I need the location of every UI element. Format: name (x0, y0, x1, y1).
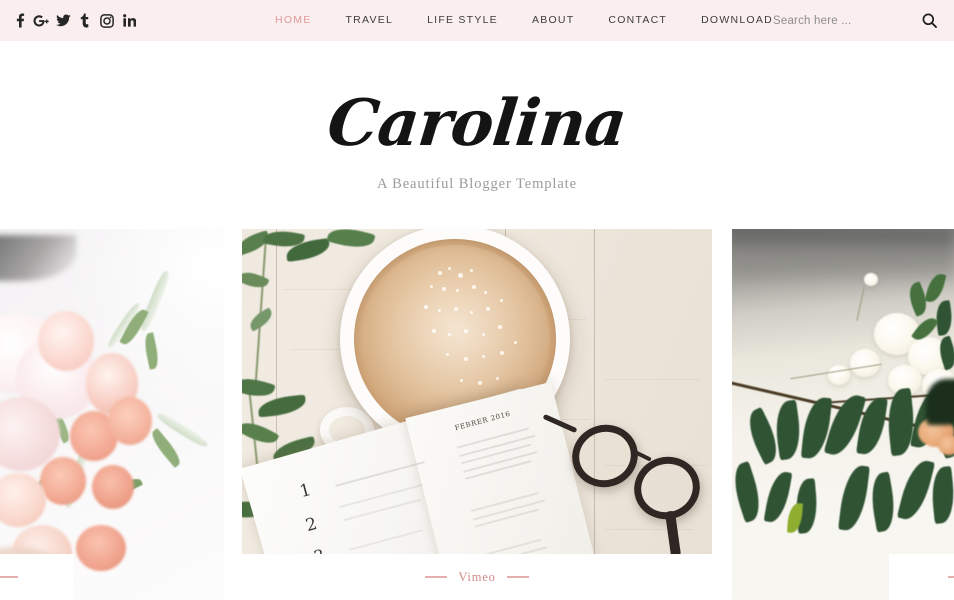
nav-item-about[interactable]: ABOUT (515, 0, 591, 41)
twitter-icon[interactable] (52, 8, 74, 34)
post-category-right: Nature (889, 554, 954, 600)
post-category-left: Flowers (0, 554, 74, 600)
nav-item-life-style[interactable]: LIFE STYLE (410, 0, 515, 41)
post-category-center: Vimeo (241, 554, 713, 600)
linkedin-icon[interactable] (118, 8, 140, 34)
dash-right-icon (0, 576, 18, 578)
post-grid: Flowers (0, 229, 954, 600)
post-card-center[interactable]: FEBRER 2016 1 2 3 4 (241, 229, 713, 600)
top-bar: HOME TRAVEL LIFE STYLE ABOUT CONTACT DOW… (0, 0, 954, 41)
post-card-left[interactable]: Flowers (0, 229, 224, 600)
instagram-icon[interactable] (96, 8, 118, 34)
dash-left-icon (947, 576, 954, 578)
post-image-flowers (0, 229, 224, 600)
nav-item-travel[interactable]: TRAVEL (329, 0, 411, 41)
search-box (773, 0, 940, 41)
dash-right-icon (506, 576, 529, 578)
site-logo[interactable]: Carolina (324, 86, 629, 161)
facebook-icon[interactable] (8, 8, 30, 34)
post-image-coffee: FEBRER 2016 1 2 3 4 (241, 229, 713, 600)
google-plus-icon[interactable] (30, 8, 52, 34)
nav-item-contact[interactable]: CONTACT (591, 0, 684, 41)
post-image-nature (732, 229, 954, 600)
masthead: Carolina A Beautiful Blogger Template (0, 41, 954, 229)
site-tagline: A Beautiful Blogger Template (377, 175, 577, 192)
social-links (0, 8, 140, 34)
search-icon[interactable] (918, 10, 940, 32)
main-navigation: HOME TRAVEL LIFE STYLE ABOUT CONTACT DOW… (258, 0, 790, 41)
search-input[interactable] (773, 14, 908, 27)
dash-left-icon (425, 576, 448, 578)
nav-item-home[interactable]: HOME (258, 0, 329, 41)
tumblr-icon[interactable] (74, 8, 96, 34)
post-card-right[interactable]: Nature (732, 229, 954, 600)
post-category-label[interactable]: Vimeo (458, 570, 495, 585)
